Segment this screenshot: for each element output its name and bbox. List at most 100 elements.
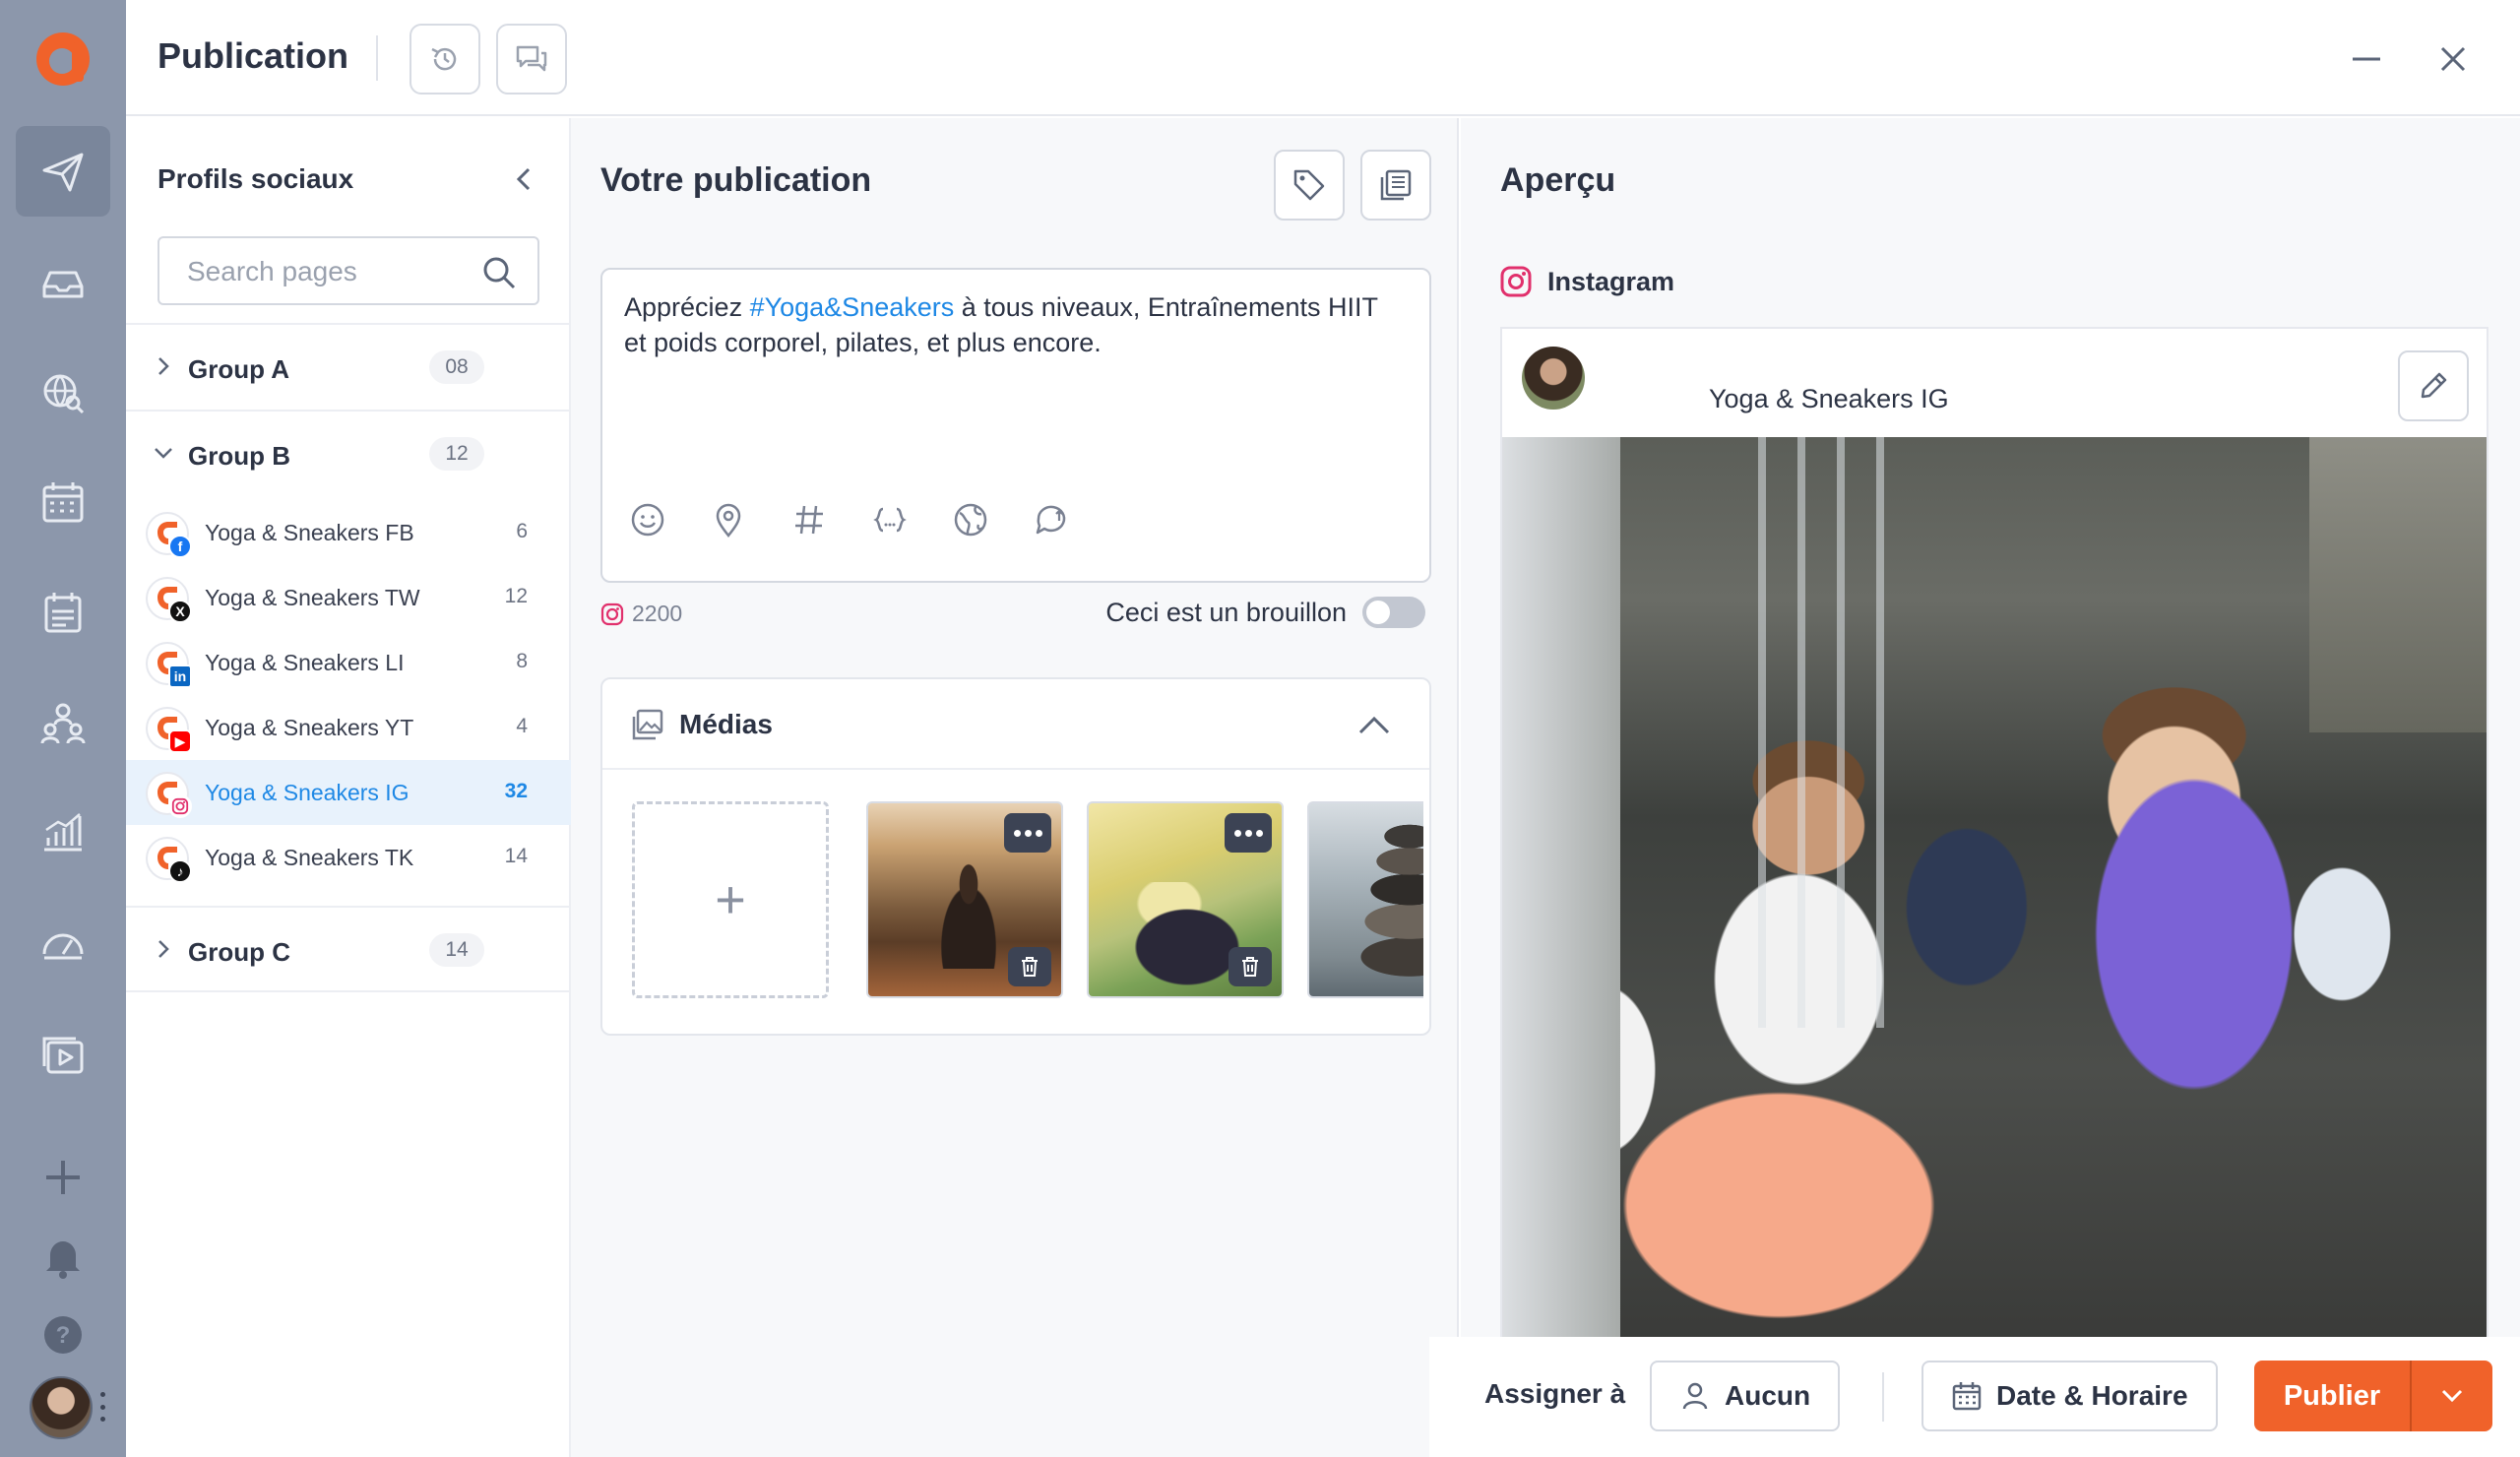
- image-wall-detail: [2309, 437, 2487, 732]
- draft-label: Ceci est un brouillon: [1105, 597, 1347, 627]
- profile-avatar: in: [146, 642, 192, 688]
- trash-icon[interactable]: [1228, 947, 1272, 986]
- publish-options-button[interactable]: [2412, 1361, 2492, 1431]
- more-icon[interactable]: [1004, 813, 1051, 853]
- hashtag-link[interactable]: #Yoga&Sneakers: [750, 292, 955, 322]
- comment-icon: [1036, 505, 1066, 535]
- comments-button[interactable]: [496, 24, 567, 95]
- nav-planner[interactable]: [16, 567, 110, 658]
- draft-toggle-row: Ceci est un brouillon: [1105, 597, 1425, 628]
- profile-item-tw[interactable]: X Yoga & Sneakers TW 12: [126, 565, 571, 630]
- image-curtain-detail: [1758, 437, 1766, 1028]
- media-thumbnail[interactable]: [1087, 801, 1284, 998]
- media-header[interactable]: Médias: [602, 679, 1429, 770]
- profile-avatar: X: [146, 577, 192, 623]
- history-button[interactable]: [410, 24, 480, 95]
- post-text[interactable]: Appréciez #Yoga&Sneakers à tous niveaux,…: [624, 289, 1402, 360]
- more-icon[interactable]: [1225, 813, 1272, 853]
- edit-preview-button[interactable]: [2398, 350, 2469, 421]
- history-icon: [431, 47, 457, 71]
- editor-toolbar: [626, 498, 1073, 541]
- more-options-icon[interactable]: [98, 1392, 106, 1422]
- character-counter: 2200: [600, 601, 682, 627]
- collapse-panel-icon[interactable]: [504, 159, 543, 199]
- language-button[interactable]: [949, 498, 992, 541]
- nav-media-library[interactable]: [16, 1010, 110, 1101]
- profile-item-fb[interactable]: f Yoga & Sneakers FB 6: [126, 500, 571, 565]
- instagram-icon: [168, 794, 192, 818]
- trash-icon[interactable]: [1008, 947, 1051, 986]
- emoji-icon: [631, 503, 664, 537]
- user-icon: [1682, 1382, 1708, 1410]
- profile-item-tk[interactable]: ♪ Yoga & Sneakers TK 14: [126, 825, 571, 890]
- chevron-down-icon: [155, 448, 172, 459]
- user-avatar[interactable]: [30, 1376, 93, 1439]
- group-a-row[interactable]: Group A 08: [126, 323, 571, 410]
- preview-panel: Aperçu Instagram Yoga & Sneakers IG: [1461, 118, 2520, 1339]
- account-avatar: [1522, 347, 1585, 410]
- image-window-detail: [1502, 437, 1620, 1337]
- media-title: Médias: [679, 709, 773, 739]
- nav-dashboard[interactable]: [16, 898, 110, 988]
- nav-analytics[interactable]: [16, 786, 110, 876]
- close-button[interactable]: [2431, 37, 2475, 81]
- profile-item-ig[interactable]: Yoga & Sneakers IG 32: [126, 760, 571, 825]
- profile-avatar: ♪: [146, 837, 192, 883]
- media-strip: +: [632, 801, 1423, 1004]
- group-b-row[interactable]: Group B 12: [126, 410, 571, 496]
- preview-network: Instagram: [1500, 266, 1674, 297]
- media-thumbnail[interactable]: [866, 801, 1063, 998]
- chevron-right-icon: [158, 357, 169, 375]
- calendar-icon: [1952, 1382, 1982, 1411]
- templates-button[interactable]: [1360, 150, 1431, 221]
- instagram-icon: [1500, 266, 1532, 297]
- nav-help[interactable]: ?: [16, 1290, 110, 1380]
- add-media-button[interactable]: +: [632, 801, 829, 998]
- emoji-button[interactable]: [626, 498, 669, 541]
- tiktok-icon: ♪: [168, 859, 192, 883]
- profile-count: 6: [516, 520, 528, 542]
- group-c-row[interactable]: Group C 14: [126, 906, 571, 992]
- dashboard-icon: [42, 933, 84, 960]
- minimize-button[interactable]: [2345, 37, 2388, 81]
- profile-name: Yoga & Sneakers IG: [205, 780, 410, 805]
- variables-button[interactable]: [868, 498, 912, 541]
- profile-avatar: [146, 772, 192, 818]
- hashtag-icon: [795, 505, 823, 535]
- location-button[interactable]: [707, 498, 750, 541]
- comments-icon: [516, 45, 547, 72]
- draft-toggle[interactable]: [1362, 597, 1425, 628]
- nav-team[interactable]: [16, 677, 110, 768]
- listening-icon: [43, 374, 85, 414]
- chevron-up-icon[interactable]: [1354, 707, 1394, 742]
- hashtag-button[interactable]: [788, 498, 831, 541]
- profile-item-yt[interactable]: ▶ Yoga & Sneakers YT 4: [126, 695, 571, 760]
- window-header: Publication: [126, 0, 2520, 116]
- nav-publish[interactable]: [16, 126, 110, 217]
- profiles-title: Profils sociaux: [158, 163, 354, 194]
- tags-button[interactable]: [1274, 150, 1345, 221]
- assign-label: Assigner à: [1484, 1378, 1626, 1409]
- nav-notifications[interactable]: [16, 1211, 110, 1301]
- post-editor[interactable]: Appréciez #Yoga&Sneakers à tous niveaux,…: [600, 268, 1431, 583]
- first-comment-button[interactable]: [1030, 498, 1073, 541]
- assignee-button[interactable]: Aucun: [1650, 1361, 1841, 1431]
- media-thumbnail[interactable]: [1307, 801, 1423, 998]
- search-icon[interactable]: [480, 254, 518, 291]
- nav-inbox[interactable]: [16, 238, 110, 329]
- profile-name: Yoga & Sneakers TK: [205, 845, 414, 870]
- assignee-label: Aucun: [1725, 1380, 1811, 1411]
- nav-calendar[interactable]: [16, 457, 110, 547]
- variables-icon: [873, 507, 907, 533]
- profile-item-li[interactable]: in Yoga & Sneakers LI 8: [126, 630, 571, 695]
- app-logo[interactable]: [36, 32, 90, 86]
- social-profiles-panel: Profils sociaux Group A 08 Group B 12 f …: [126, 118, 571, 1457]
- facebook-icon: f: [168, 535, 192, 558]
- nav-add[interactable]: [16, 1132, 110, 1223]
- nav-listening[interactable]: [16, 347, 110, 437]
- chevron-right-icon: [158, 940, 169, 958]
- search-input[interactable]: [187, 256, 463, 287]
- schedule-button[interactable]: Date & Horaire: [1922, 1361, 2218, 1431]
- add-icon: [46, 1161, 80, 1194]
- publish-button[interactable]: Publier: [2254, 1361, 2410, 1431]
